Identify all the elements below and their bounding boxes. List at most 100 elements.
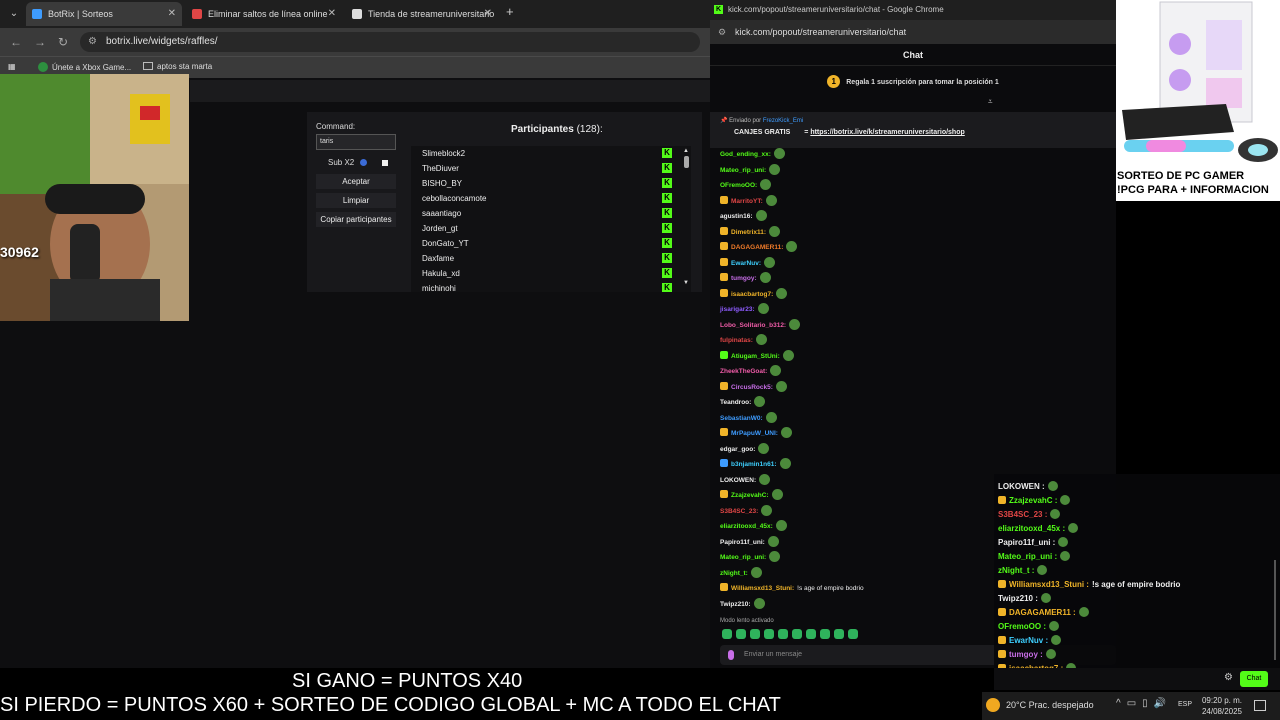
- chat-username[interactable]: eliarzitooxd_45x:: [720, 523, 773, 530]
- site-info-icon[interactable]: ⚙: [88, 32, 97, 52]
- popout-url-bar[interactable]: ⚙ kick.com/popout/streameruniversitario/…: [710, 20, 1116, 44]
- bookmark-folder[interactable]: aptos sta marta: [143, 62, 212, 71]
- pepe-emote-icon: [775, 380, 787, 392]
- quick-emote-icon[interactable]: [750, 629, 760, 639]
- pinned-by-user[interactable]: FrezoKick_Emi: [763, 118, 803, 124]
- quick-emote-icon[interactable]: [764, 629, 774, 639]
- language-indicator[interactable]: ESP: [1178, 701, 1192, 708]
- participant-row: cebollaconcamote K: [411, 191, 676, 206]
- tab-botrix-sorteos[interactable]: BotRix | Sorteos ✕: [26, 2, 182, 26]
- chat-username[interactable]: Lobo_Solitario_b312:: [720, 322, 786, 329]
- accept-button[interactable]: Aceptar: [316, 174, 396, 189]
- quick-emote-icon[interactable]: [778, 629, 788, 639]
- chat-username[interactable]: Atiugam_StUni:: [731, 353, 780, 360]
- pepe-emote-icon: [757, 303, 769, 314]
- settings-gear-icon[interactable]: ⚙: [1224, 672, 1233, 683]
- chat-username[interactable]: jisarigar23:: [720, 306, 755, 313]
- chat-username[interactable]: SebastianW0:: [720, 415, 763, 422]
- new-tab-plus-icon[interactable]: +: [506, 4, 514, 19]
- clear-button[interactable]: Limpiar: [316, 193, 396, 208]
- chat-username[interactable]: edgar_goo:: [720, 446, 755, 453]
- weather-icon[interactable]: [986, 698, 1000, 712]
- overlay-chat-controls: ⚙ Chat: [994, 668, 1280, 690]
- quick-emote-icon[interactable]: [834, 629, 844, 639]
- chat-username[interactable]: God_ending_xx:: [720, 151, 771, 158]
- pepe-emote-icon: [754, 396, 766, 407]
- chat-username[interactable]: ZzajzevahC:: [731, 492, 769, 499]
- chat-username[interactable]: zNight_t:: [720, 570, 748, 577]
- participants-scrollbar[interactable]: ▲ ▼: [683, 148, 689, 288]
- sub-x2-text: Sub X2: [328, 158, 355, 167]
- forward-arrow-icon[interactable]: →: [34, 35, 46, 49]
- chat-username[interactable]: Papiro11f_uni:: [720, 539, 765, 546]
- site-settings-icon[interactable]: ⚙: [718, 20, 726, 44]
- url-input[interactable]: ⚙ botrix.live/widgets/raffles/: [80, 32, 700, 52]
- chat-username[interactable]: Twipz210:: [720, 601, 751, 608]
- weather-text[interactable]: 20°C Prac. despejado: [1006, 700, 1094, 710]
- reload-icon[interactable]: ↻: [58, 35, 68, 49]
- chat-username[interactable]: DAGAGAMER11:: [731, 244, 783, 251]
- participants-list[interactable]: Slimeblock2 K TheDiuver K BISHO_BY Kcebollaco…: [411, 146, 691, 292]
- sub-x2-checkbox[interactable]: [382, 160, 388, 166]
- scroll-up-icon[interactable]: ▲: [683, 148, 689, 154]
- subscriber-badge-icon: [998, 636, 1006, 644]
- chat-message: ZzajzevahC:: [720, 489, 783, 503]
- chat-username[interactable]: MarritoYT:: [731, 198, 763, 205]
- tab-eliminar-saltos[interactable]: Eliminar saltos de línea online ✕: [186, 2, 342, 26]
- tab-tienda[interactable]: Tienda de streameruniversitario ✕: [346, 2, 498, 26]
- pinned-link[interactable]: https://botrix.live/k/streameruniversita…: [810, 129, 964, 136]
- chat-username[interactable]: CircusRock5:: [731, 384, 773, 391]
- chat-username[interactable]: Dimetrix11:: [731, 229, 766, 236]
- back-arrow-icon[interactable]: ←: [10, 35, 22, 49]
- chat-message: agustin16:: [720, 210, 767, 224]
- collapse-chevron-icon[interactable]: ⩡: [988, 97, 993, 107]
- taskbar-clock[interactable]: 09:20 p. m. 24/08/2025: [1200, 695, 1242, 717]
- quick-emote-icon[interactable]: [722, 629, 732, 639]
- quick-emote-icon[interactable]: [820, 629, 830, 639]
- chat-username[interactable]: agustin16:: [720, 213, 753, 220]
- chat-username[interactable]: b3njamin1n61:: [731, 461, 777, 468]
- copy-participants-button[interactable]: Copiar participantes: [316, 212, 396, 227]
- chat-button[interactable]: Chat: [1240, 671, 1268, 687]
- chat-username[interactable]: Williamsxd13_Stuni:: [731, 585, 794, 592]
- close-icon[interactable]: ✕: [328, 2, 336, 26]
- scroll-down-icon[interactable]: ▼: [683, 280, 689, 286]
- chat-username[interactable]: fulpinatas:: [720, 337, 753, 344]
- pepe-emote-icon: [758, 442, 770, 454]
- chat-username[interactable]: ZheekTheGoat:: [720, 368, 767, 375]
- overlay-chat-username: LOKOWEN :: [998, 482, 1045, 491]
- info-icon[interactable]: [360, 159, 368, 166]
- tab-search-icon[interactable]: ⌄: [6, 6, 22, 22]
- participants-label: Participantes: [511, 124, 574, 135]
- microphone-icon[interactable]: [728, 650, 734, 660]
- quick-emote-icon[interactable]: [848, 629, 858, 639]
- chat-username[interactable]: Mateo_rip_uni:: [720, 554, 766, 561]
- chat-username[interactable]: Mateo_rip_uni:: [720, 167, 766, 174]
- quick-emote-icon[interactable]: [736, 629, 746, 639]
- chat-username[interactable]: isaacbartog7:: [731, 291, 773, 298]
- apps-grid-icon[interactable]: ▦: [8, 62, 16, 71]
- command-input[interactable]: taris: [316, 134, 396, 150]
- chat-username[interactable]: Teandroo:: [720, 399, 751, 406]
- chat-username[interactable]: LOKOWEN:: [720, 477, 756, 484]
- chat-username[interactable]: EwarNuv:: [731, 260, 761, 267]
- participant-name: DonGato_YT: [422, 239, 469, 248]
- chat-username[interactable]: S3B4SC_23:: [720, 508, 758, 515]
- overlay-chat-username: Williamsxd13_Stuni :: [1009, 580, 1089, 589]
- close-icon[interactable]: ✕: [168, 2, 176, 26]
- quick-emote-icon[interactable]: [806, 629, 816, 639]
- chat-username[interactable]: MrPapuW_UNI:: [731, 430, 778, 437]
- bookmark-xbox[interactable]: Únete a Xbox Game...: [38, 62, 131, 72]
- chat-username[interactable]: OFremoOO:: [720, 182, 757, 189]
- scroll-thumb[interactable]: [684, 156, 689, 168]
- chat-message: tumgoy:: [720, 272, 771, 286]
- quick-emote-icon[interactable]: [792, 629, 802, 639]
- gift-sub-bar[interactable]: 1 Regala 1 suscripción para tomar la posi…: [710, 70, 1116, 96]
- chat-input-placeholder: Enviar un mensaje: [744, 651, 802, 658]
- chat-username[interactable]: tumgoy:: [731, 275, 757, 282]
- overlay-chat-line: OFremoOO :: [998, 620, 1060, 634]
- notification-icon[interactable]: [1254, 700, 1266, 711]
- close-icon[interactable]: ✕: [484, 2, 492, 26]
- system-tray-icons[interactable]: ^▭▯🔊: [1116, 698, 1172, 709]
- webcam-counter: 30962: [0, 244, 39, 260]
